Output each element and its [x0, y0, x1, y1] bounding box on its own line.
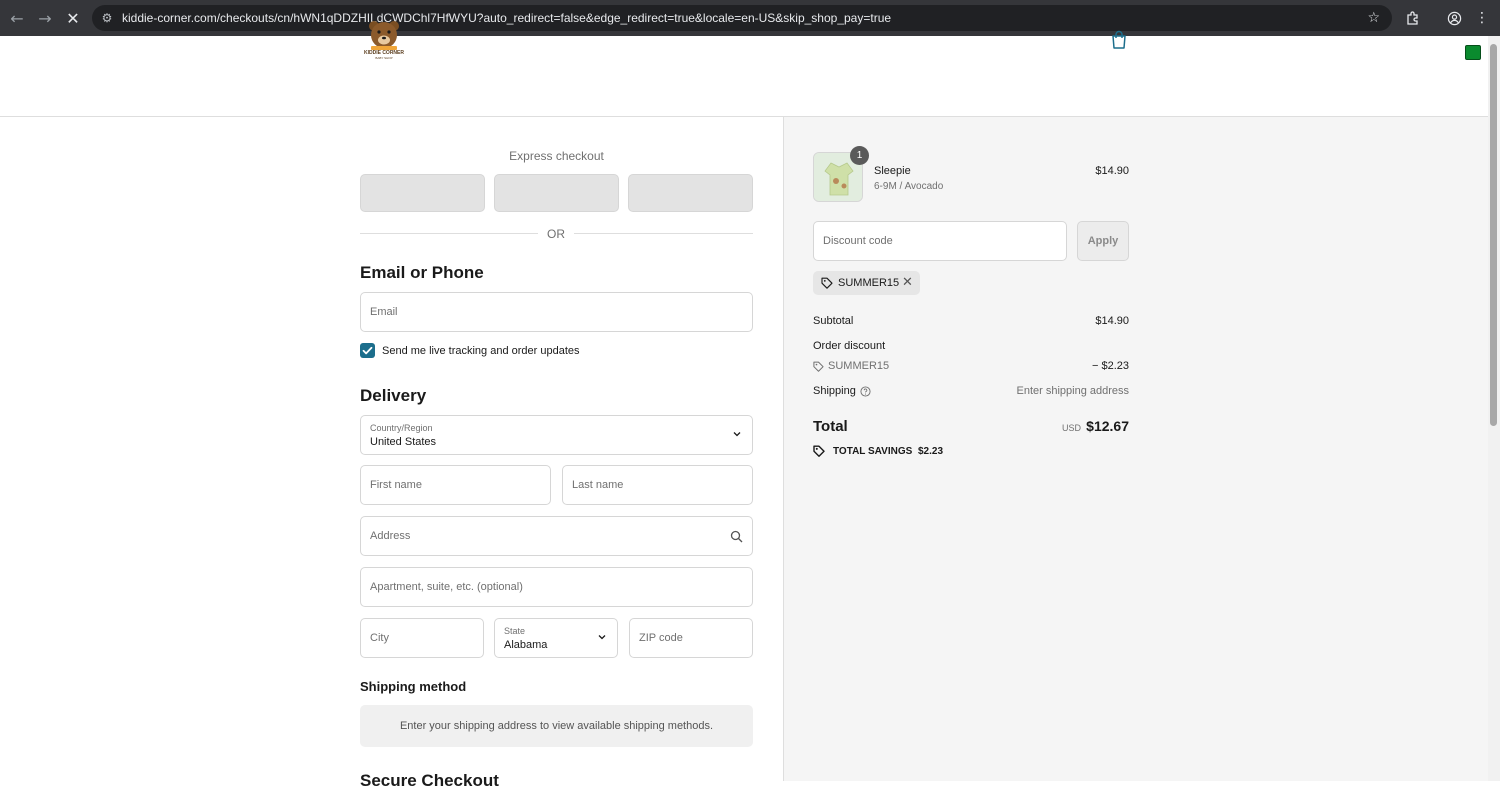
product-price: $14.90 — [1095, 165, 1129, 177]
discount-code-line: SUMMER15 — [828, 360, 890, 372]
profile-icon[interactable] — [1440, 4, 1468, 32]
stop-loading-icon[interactable]: ✕ — [59, 4, 87, 32]
shipping-method-message: Enter your shipping address to view avai… — [360, 705, 753, 747]
city-input[interactable] — [361, 619, 483, 657]
state-value: Alabama — [504, 639, 548, 651]
zip-input[interactable] — [630, 619, 752, 657]
express-pay-button-1[interactable] — [360, 174, 485, 212]
shipping-value: Enter shipping address — [1016, 385, 1129, 397]
updates-label[interactable]: Send me live tracking and order updates — [382, 345, 580, 357]
help-icon[interactable] — [860, 386, 871, 397]
remove-discount-icon[interactable]: ✕ — [902, 275, 913, 290]
country-value: United States — [370, 436, 437, 448]
extension-badge[interactable] — [1465, 45, 1481, 60]
first-name-field[interactable] — [360, 465, 551, 505]
shopping-bag-icon[interactable] — [1110, 30, 1128, 50]
site-info-icon[interactable]: ⚙ — [92, 11, 122, 25]
shipping-method-heading: Shipping method — [360, 679, 467, 694]
subtotal-label: Subtotal — [813, 315, 854, 327]
express-checkout-label: Express checkout — [509, 149, 604, 163]
applied-code-label: SUMMER15 — [838, 277, 900, 289]
savings-tag-icon — [813, 445, 825, 457]
total-savings-label: TOTAL SAVINGS — [833, 446, 913, 457]
state-select[interactable]: State Alabama — [494, 618, 618, 658]
divider — [574, 233, 753, 234]
express-pay-button-2[interactable] — [494, 174, 619, 212]
apartment-input[interactable] — [361, 568, 752, 606]
country-label: Country/Region — [370, 423, 433, 433]
order-discount-label: Order discount — [813, 340, 886, 352]
email-field[interactable] — [360, 292, 753, 332]
product-name: Sleepie — [874, 165, 911, 177]
updates-checkbox[interactable] — [360, 343, 375, 358]
last-name-field[interactable] — [562, 465, 753, 505]
product-variant: 6-9M / Avocado — [874, 181, 944, 192]
chevron-down-icon — [733, 432, 741, 437]
back-icon[interactable]: ← — [3, 4, 31, 32]
url-text: kiddie-corner.com/checkouts/cn/hWN1qDDZH… — [122, 11, 892, 25]
currency-label: USD — [1061, 423, 1081, 433]
total-savings-value: $2.23 — [918, 446, 944, 457]
chevron-down-icon — [598, 635, 606, 640]
scrollbar-thumb[interactable] — [1490, 44, 1497, 426]
city-field[interactable] — [360, 618, 484, 658]
bookmark-star-icon[interactable]: ☆ — [1367, 10, 1380, 26]
shipping-label: Shipping — [813, 385, 856, 397]
divider — [360, 233, 538, 234]
subtotal-value: $14.90 — [1095, 315, 1129, 327]
page-scrollbar[interactable] — [1488, 36, 1500, 781]
forward-icon[interactable]: → — [31, 4, 59, 32]
discount-code-field[interactable] — [813, 221, 1067, 261]
first-name-input[interactable] — [361, 466, 550, 504]
total-label: Total — [813, 418, 848, 435]
checkout-header — [0, 36, 1488, 117]
search-icon — [730, 530, 743, 543]
tag-icon — [821, 277, 833, 289]
state-label: State — [504, 626, 526, 636]
express-pay-button-3[interactable] — [628, 174, 753, 212]
delivery-heading: Delivery — [360, 386, 427, 405]
apartment-field[interactable] — [360, 567, 753, 607]
address-bar[interactable]: ⚙ kiddie-corner.com/checkouts/cn/hWN1qDD… — [92, 5, 1392, 31]
apply-discount-button[interactable]: Apply — [1077, 221, 1129, 261]
zip-field[interactable] — [629, 618, 753, 658]
browser-toolbar: ← → ✕ ⚙ kiddie-corner.com/checkouts/cn/h… — [0, 0, 1500, 36]
country-select[interactable]: Country/Region United States — [360, 415, 753, 455]
contact-heading: Email or Phone — [360, 263, 484, 282]
discount-code-input[interactable] — [814, 222, 1066, 260]
email-input[interactable] — [361, 293, 752, 331]
discount-value: − $2.23 — [1091, 360, 1129, 372]
secure-checkout-heading: Secure Checkout — [360, 771, 499, 790]
extensions-icon[interactable] — [1399, 4, 1427, 32]
last-name-input[interactable] — [563, 466, 752, 504]
browser-menu-icon[interactable]: ⋮ — [1468, 4, 1496, 32]
address-input[interactable] — [361, 517, 752, 555]
logo-subtext: BABY SHOP — [375, 56, 393, 60]
total-value: $12.67 — [1086, 418, 1129, 434]
tag-icon — [813, 361, 824, 372]
quantity-badge: 1 — [850, 146, 869, 165]
applied-discount-chip: SUMMER15 ✕ — [813, 271, 920, 295]
or-label: OR — [547, 227, 565, 241]
address-field[interactable] — [360, 516, 753, 556]
checkmark-icon — [362, 346, 373, 355]
